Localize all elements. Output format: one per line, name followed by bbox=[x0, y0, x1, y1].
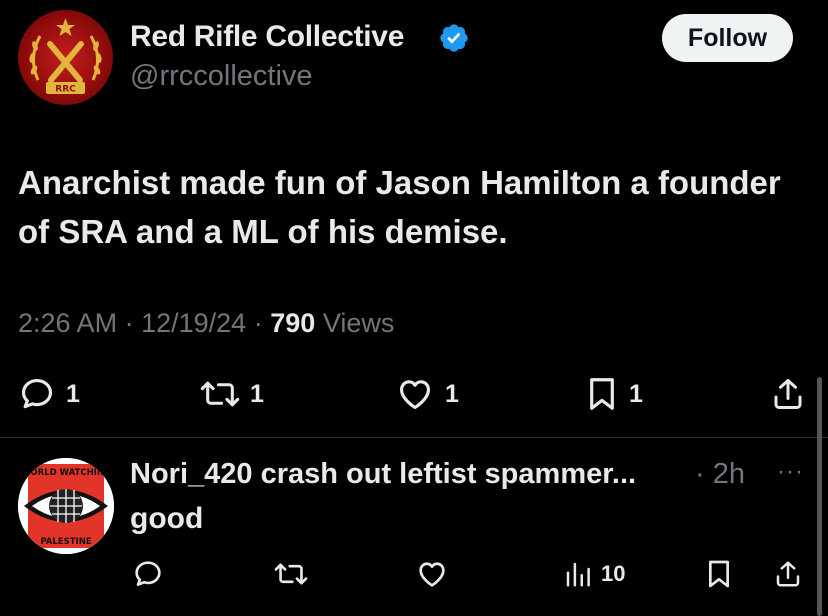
svg-text:WORLD WATCHING: WORLD WATCHING bbox=[21, 468, 111, 478]
bookmark-icon bbox=[590, 378, 614, 410]
reply-author-avatar[interactable]: WORLD WATCHING PALESTINE bbox=[18, 458, 114, 554]
repost-icon bbox=[200, 381, 240, 407]
share-icon bbox=[774, 379, 802, 409]
red-rifle-logo-icon: RRC bbox=[29, 18, 102, 95]
share-action[interactable] bbox=[770, 375, 806, 413]
bookmark-action[interactable]: 1 bbox=[585, 375, 643, 413]
repost-count: 1 bbox=[250, 379, 264, 408]
author-handle[interactable]: @rrccollective bbox=[130, 60, 313, 93]
bookmark-icon bbox=[708, 560, 729, 588]
views-count: 790 bbox=[270, 308, 316, 338]
verified-badge-icon bbox=[438, 22, 470, 54]
reply-author-name[interactable]: Nori_420 crash out leftist spammer... bbox=[130, 458, 636, 491]
reply-views-action[interactable]: 10 bbox=[563, 558, 625, 590]
like-action[interactable]: 1 bbox=[395, 375, 459, 413]
scrollbar[interactable] bbox=[817, 377, 822, 616]
author-avatar[interactable]: RRC bbox=[18, 10, 113, 105]
reply-icon bbox=[135, 561, 161, 586]
svg-text:PALESTINE: PALESTINE bbox=[40, 537, 91, 547]
reply-bookmark-action[interactable] bbox=[705, 558, 733, 590]
watching-eye-avatar-icon: WORLD WATCHING PALESTINE bbox=[18, 458, 114, 554]
svg-text:RRC: RRC bbox=[55, 85, 76, 95]
reply-count: 1 bbox=[66, 379, 80, 408]
like-count: 1 bbox=[445, 379, 459, 408]
reply-text: good bbox=[130, 502, 204, 535]
tweet-date[interactable]: 12/19/24 bbox=[141, 308, 246, 338]
reply-reply-action[interactable] bbox=[132, 558, 164, 590]
views-label: Views bbox=[322, 308, 395, 338]
repost-action[interactable]: 1 bbox=[200, 375, 264, 413]
heart-icon bbox=[399, 380, 431, 410]
reply-like-action[interactable] bbox=[415, 558, 449, 590]
reply-icon bbox=[21, 378, 53, 409]
reply-action[interactable]: 1 bbox=[18, 375, 80, 413]
reply-share-action[interactable] bbox=[773, 558, 803, 590]
tweet-text: Anarchist made fun of Jason Hamilton a f… bbox=[18, 164, 781, 250]
divider bbox=[0, 437, 828, 438]
meta-separator: · bbox=[253, 308, 263, 338]
reply-time[interactable]: · 2h bbox=[695, 458, 745, 491]
reply-views-count: 10 bbox=[601, 561, 626, 586]
follow-button[interactable]: Follow bbox=[662, 14, 793, 62]
analytics-icon bbox=[566, 562, 590, 587]
meta-separator: · bbox=[124, 308, 134, 338]
tweet-meta: 2:26 AM · 12/19/24 · 790 Views bbox=[18, 308, 394, 339]
heart-icon bbox=[419, 562, 445, 587]
author-display-name[interactable]: Red Rifle Collective bbox=[130, 20, 404, 54]
share-icon bbox=[776, 561, 800, 587]
more-options-icon[interactable]: ··· bbox=[777, 458, 804, 486]
repost-icon bbox=[274, 563, 308, 585]
reply-repost-action[interactable] bbox=[274, 558, 308, 590]
bookmark-count: 1 bbox=[629, 379, 643, 408]
tweet-time[interactable]: 2:26 AM bbox=[18, 308, 117, 338]
